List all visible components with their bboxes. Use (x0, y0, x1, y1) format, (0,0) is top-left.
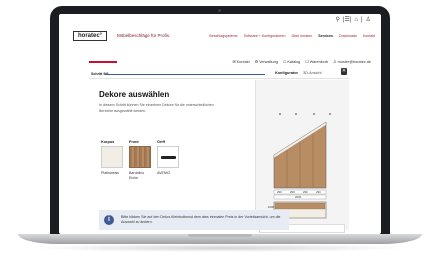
step-bar: Schritt 9/9 Konfigurator 3D-Ansicht ✕ (89, 68, 349, 79)
cabinet-drawing: 290 290 290 290 2000 1000 (268, 113, 331, 219)
swatch-korpus[interactable] (101, 146, 123, 168)
nav-kontakt[interactable]: Kontakt (363, 34, 375, 38)
util-warenkorb[interactable]: ☐ Warenkorb (305, 59, 328, 64)
trash-icon[interactable]: ✕ (341, 68, 347, 75)
step-progress (105, 74, 265, 75)
brand-bar: horatec° Möbelbeschläge für Profis. Besc… (59, 26, 381, 48)
accent-line (89, 61, 117, 63)
info-text: Bitte klicken Sie auf den Dekor-Kleinbut… (121, 215, 281, 224)
nav-beschlagsysteme[interactable]: Beschlagsysteme (209, 34, 237, 38)
util-account[interactable]: ♙ muster@horatec.de (333, 59, 371, 64)
swatch-name-front: Bardolino Eiche (129, 171, 145, 180)
main-nav: Beschlagsysteme Software + Konfiguratore… (209, 34, 375, 38)
laptop-shadow (30, 244, 410, 252)
laptop-notch (188, 234, 252, 237)
laptop-lid: ⚲ |☰| ⌂ | ♙ horatec° Möbelbeschläge für … (50, 6, 390, 238)
webcam (218, 9, 221, 12)
hinge-markers (279, 113, 331, 115)
nav-software[interactable]: Software + Konfiguratoren (244, 34, 286, 38)
menu-icon[interactable]: |☰| (343, 17, 352, 24)
info-icon: i (104, 215, 114, 225)
page-description: In diesem Schritt können Sie einzelnen D… (99, 103, 214, 113)
top-icons: ⚲ |☰| ⌂ | ♙ (336, 17, 371, 24)
info-box: i Bitte klicken Sie auf den Dekor-Kleinb… (99, 210, 289, 230)
cabinet-upper (273, 121, 327, 189)
dim-2: 290 (290, 190, 295, 194)
dim-3: 290 (303, 190, 308, 194)
utility-bar: ✉ Kontakt ⚙ Verwaltung ☖ Katalog ☐ Waren… (59, 58, 381, 66)
util-kontakt[interactable]: ✉ Kontakt (233, 59, 250, 64)
user-icon[interactable]: ♙ (366, 17, 371, 24)
utility-nav: ✉ Kontakt ⚙ Verwaltung ☖ Katalog ☐ Waren… (233, 59, 371, 64)
handle-icon (161, 156, 176, 159)
swatch-name-griff: AVENIO (157, 171, 171, 175)
separator: | (361, 17, 363, 23)
home-icon[interactable]: ⌂ (354, 17, 358, 24)
tagline: Möbelbeschläge für Profis. (117, 33, 171, 38)
swatch-front[interactable] (129, 146, 151, 168)
group-label-front: Front (129, 140, 139, 144)
nav-ueber-horatec[interactable]: Über horatec (291, 34, 312, 38)
swatch-griff[interactable] (157, 146, 179, 168)
laptop-screen: ⚲ |☰| ⌂ | ♙ horatec° Möbelbeschläge für … (59, 14, 381, 234)
dim-side: 1000 (268, 205, 275, 209)
preview-panel: 290 290 290 290 2000 1000 (255, 80, 349, 230)
group-label-griff: Griff (157, 140, 166, 144)
group-label-korpus: Korpus (101, 140, 115, 144)
nav-services[interactable]: Services (318, 34, 333, 38)
tab-konfigurator[interactable]: Konfigurator (275, 71, 298, 75)
dimension-row: 290 290 290 290 2000 (273, 189, 327, 200)
util-verwaltung[interactable]: ⚙ Verwaltung (255, 59, 278, 64)
search-icon[interactable]: ⚲ (336, 17, 340, 24)
dim-1: 290 (277, 190, 282, 194)
tab-3d-ansicht[interactable]: 3D-Ansicht (303, 71, 322, 75)
swatch-name-korpus: Platinweiss (101, 171, 119, 175)
logo[interactable]: horatec° (73, 31, 108, 41)
dim-4: 290 (316, 190, 321, 194)
page-title: Dekore auswählen (99, 90, 170, 99)
util-katalog[interactable]: ☖ Katalog (283, 59, 300, 64)
nav-downloads[interactable]: Downloads (339, 34, 357, 38)
dim-total: 2000 (295, 195, 302, 199)
